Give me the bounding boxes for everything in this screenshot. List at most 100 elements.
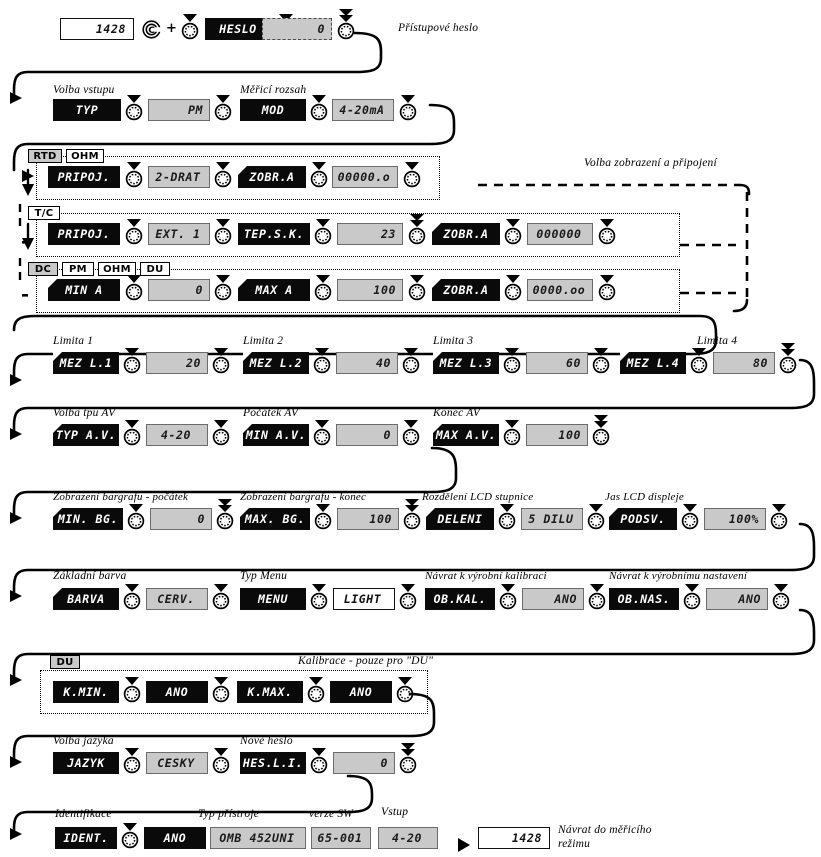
display-min-a-value[interactable]: 0 bbox=[148, 279, 210, 301]
display-dc-format-value[interactable]: 0000.oo bbox=[527, 279, 593, 301]
rotary-knob-icon[interactable] bbox=[213, 273, 233, 301]
rotary-knob-icon[interactable] bbox=[306, 675, 326, 703]
display-range-value[interactable]: 4-20mA bbox=[332, 99, 394, 121]
caption-password: Přístupové heslo bbox=[398, 22, 479, 34]
display-limit-4-value[interactable]: 80 bbox=[713, 352, 775, 374]
display-bargraph-max-value[interactable]: 100 bbox=[337, 508, 399, 530]
rotary-knob-icon[interactable] bbox=[407, 273, 427, 301]
display-cal-min-value[interactable]: ANO bbox=[146, 681, 208, 703]
display-tc-cold-junction-value[interactable]: 23 bbox=[337, 223, 403, 245]
rotary-knob-icon[interactable] bbox=[211, 582, 231, 610]
display-new-password-value[interactable]: 0 bbox=[333, 752, 395, 774]
rotary-knob-icon[interactable] bbox=[597, 217, 617, 245]
caption-sw-version: verze SW bbox=[309, 808, 354, 820]
rotary-knob-icon[interactable] bbox=[313, 502, 333, 530]
display-password-entry[interactable]: 0 bbox=[262, 18, 332, 40]
display-lcd-brightness-value[interactable]: 100% bbox=[704, 508, 766, 530]
caption-av-start: Počátek AV bbox=[243, 407, 299, 419]
rotary-knob-icon[interactable] bbox=[124, 273, 144, 301]
rotary-knob-icon[interactable] bbox=[586, 502, 606, 530]
rotary-knob-icon[interactable] bbox=[124, 217, 144, 245]
rotary-knob-icon[interactable] bbox=[398, 93, 418, 121]
rotary-knob-icon[interactable] bbox=[126, 502, 146, 530]
display-max-a-value[interactable]: 100 bbox=[337, 279, 403, 301]
c-button-icon[interactable]: C bbox=[142, 20, 161, 39]
rotary-knob-double-chevron-icon[interactable] bbox=[398, 742, 418, 774]
rotary-knob-icon[interactable] bbox=[211, 346, 231, 374]
display-bargraph-min-value[interactable]: 0 bbox=[150, 508, 212, 530]
rotary-knob-icon[interactable] bbox=[213, 160, 233, 188]
rotary-knob-double-chevron-icon[interactable] bbox=[778, 342, 798, 374]
rotary-knob-double-chevron-icon[interactable] bbox=[591, 414, 611, 446]
rotary-knob-icon[interactable] bbox=[503, 273, 523, 301]
rotary-knob-icon[interactable] bbox=[120, 821, 140, 849]
rotary-knob-icon[interactable] bbox=[502, 418, 522, 446]
display-av-min-value[interactable]: 0 bbox=[336, 424, 398, 446]
display-cal-max-value[interactable]: ANO bbox=[330, 681, 392, 703]
rotary-knob-icon[interactable] bbox=[309, 582, 329, 610]
rotary-knob-icon[interactable] bbox=[587, 582, 607, 610]
rotary-knob-icon[interactable] bbox=[313, 217, 333, 245]
display-bargraph-max-label: MAX. BG. bbox=[240, 508, 310, 530]
display-rtd-connection-value[interactable]: 2-DRAT bbox=[148, 166, 210, 188]
display-tc-connection-value[interactable]: EXT. 1 bbox=[148, 223, 210, 245]
display-rtd-format-value[interactable]: 00000.o bbox=[332, 166, 398, 188]
display-menu-type-value[interactable]: LIGHT bbox=[333, 588, 395, 610]
rotary-knob-icon[interactable] bbox=[313, 273, 333, 301]
display-limit-3-value[interactable]: 60 bbox=[526, 352, 588, 374]
rotary-knob-icon[interactable] bbox=[682, 582, 702, 610]
rotary-knob-double-chevron-icon[interactable] bbox=[402, 498, 422, 530]
rotary-knob-icon[interactable] bbox=[211, 746, 231, 774]
rotary-knob-double-chevron-icon[interactable] bbox=[407, 213, 427, 245]
rotary-knob-icon[interactable] bbox=[124, 93, 144, 121]
rotary-knob-icon[interactable] bbox=[122, 746, 142, 774]
rotary-knob-icon[interactable] bbox=[769, 502, 789, 530]
rotary-knob-icon[interactable] bbox=[401, 418, 421, 446]
rotary-knob-icon[interactable] bbox=[502, 346, 522, 374]
display-limit-4-label: MEZ L.4 bbox=[620, 352, 686, 374]
caption-display-connection: Volba zobrazení a připojení bbox=[584, 157, 717, 169]
display-limit-2-value[interactable]: 40 bbox=[336, 352, 398, 374]
rotary-knob-icon[interactable] bbox=[213, 217, 233, 245]
rotary-knob-icon[interactable] bbox=[312, 346, 332, 374]
rotary-knob-icon[interactable] bbox=[497, 502, 517, 530]
rotary-knob-icon[interactable] bbox=[309, 746, 329, 774]
rotary-knob-icon[interactable] bbox=[771, 582, 791, 610]
rotary-knob-icon[interactable] bbox=[309, 93, 329, 121]
display-final-measured-value: 1428 bbox=[478, 827, 550, 849]
display-limit-1-value[interactable]: 20 bbox=[146, 352, 208, 374]
rotary-knob-icon[interactable] bbox=[503, 217, 523, 245]
display-language-value[interactable]: CESKY bbox=[146, 752, 208, 774]
rotary-knob-icon[interactable] bbox=[498, 582, 518, 610]
display-tc-format-value[interactable]: 000000 bbox=[527, 223, 593, 245]
rotary-knob-icon[interactable] bbox=[122, 418, 142, 446]
rotary-knob-icon[interactable] bbox=[213, 93, 233, 121]
display-av-type-value[interactable]: 4-20 bbox=[146, 424, 208, 446]
rotary-knob-icon[interactable] bbox=[122, 582, 142, 610]
rotary-knob-icon[interactable] bbox=[398, 582, 418, 610]
rotary-knob-icon[interactable] bbox=[180, 12, 200, 40]
rotary-knob-icon[interactable] bbox=[122, 675, 142, 703]
rotary-knob-icon[interactable] bbox=[395, 675, 415, 703]
rotary-knob-icon[interactable] bbox=[402, 160, 422, 188]
rotary-knob-icon[interactable] bbox=[211, 675, 231, 703]
rotary-knob-double-chevron-icon[interactable] bbox=[336, 8, 356, 40]
rotary-knob-icon[interactable] bbox=[124, 160, 144, 188]
display-av-max-value[interactable]: 100 bbox=[526, 424, 588, 446]
rotary-knob-icon[interactable] bbox=[309, 160, 329, 188]
rotary-knob-icon[interactable] bbox=[401, 346, 421, 374]
display-factory-cal-value[interactable]: ANO bbox=[522, 588, 584, 610]
tag-du-2: DU bbox=[50, 655, 80, 669]
rotary-knob-icon[interactable] bbox=[312, 418, 332, 446]
display-factory-set-value[interactable]: ANO bbox=[706, 588, 768, 610]
rotary-knob-icon[interactable] bbox=[680, 502, 700, 530]
rotary-knob-icon[interactable] bbox=[689, 346, 709, 374]
rotary-knob-icon[interactable] bbox=[211, 418, 231, 446]
rotary-knob-icon[interactable] bbox=[597, 273, 617, 301]
rotary-knob-icon[interactable] bbox=[591, 346, 611, 374]
rotary-knob-double-chevron-icon[interactable] bbox=[215, 498, 235, 530]
rotary-knob-icon[interactable] bbox=[122, 346, 142, 374]
display-color-value[interactable]: CERV. bbox=[146, 588, 208, 610]
display-lcd-division-value[interactable]: 5 DILU bbox=[521, 508, 583, 530]
display-input-type-value[interactable]: PM bbox=[148, 99, 210, 121]
